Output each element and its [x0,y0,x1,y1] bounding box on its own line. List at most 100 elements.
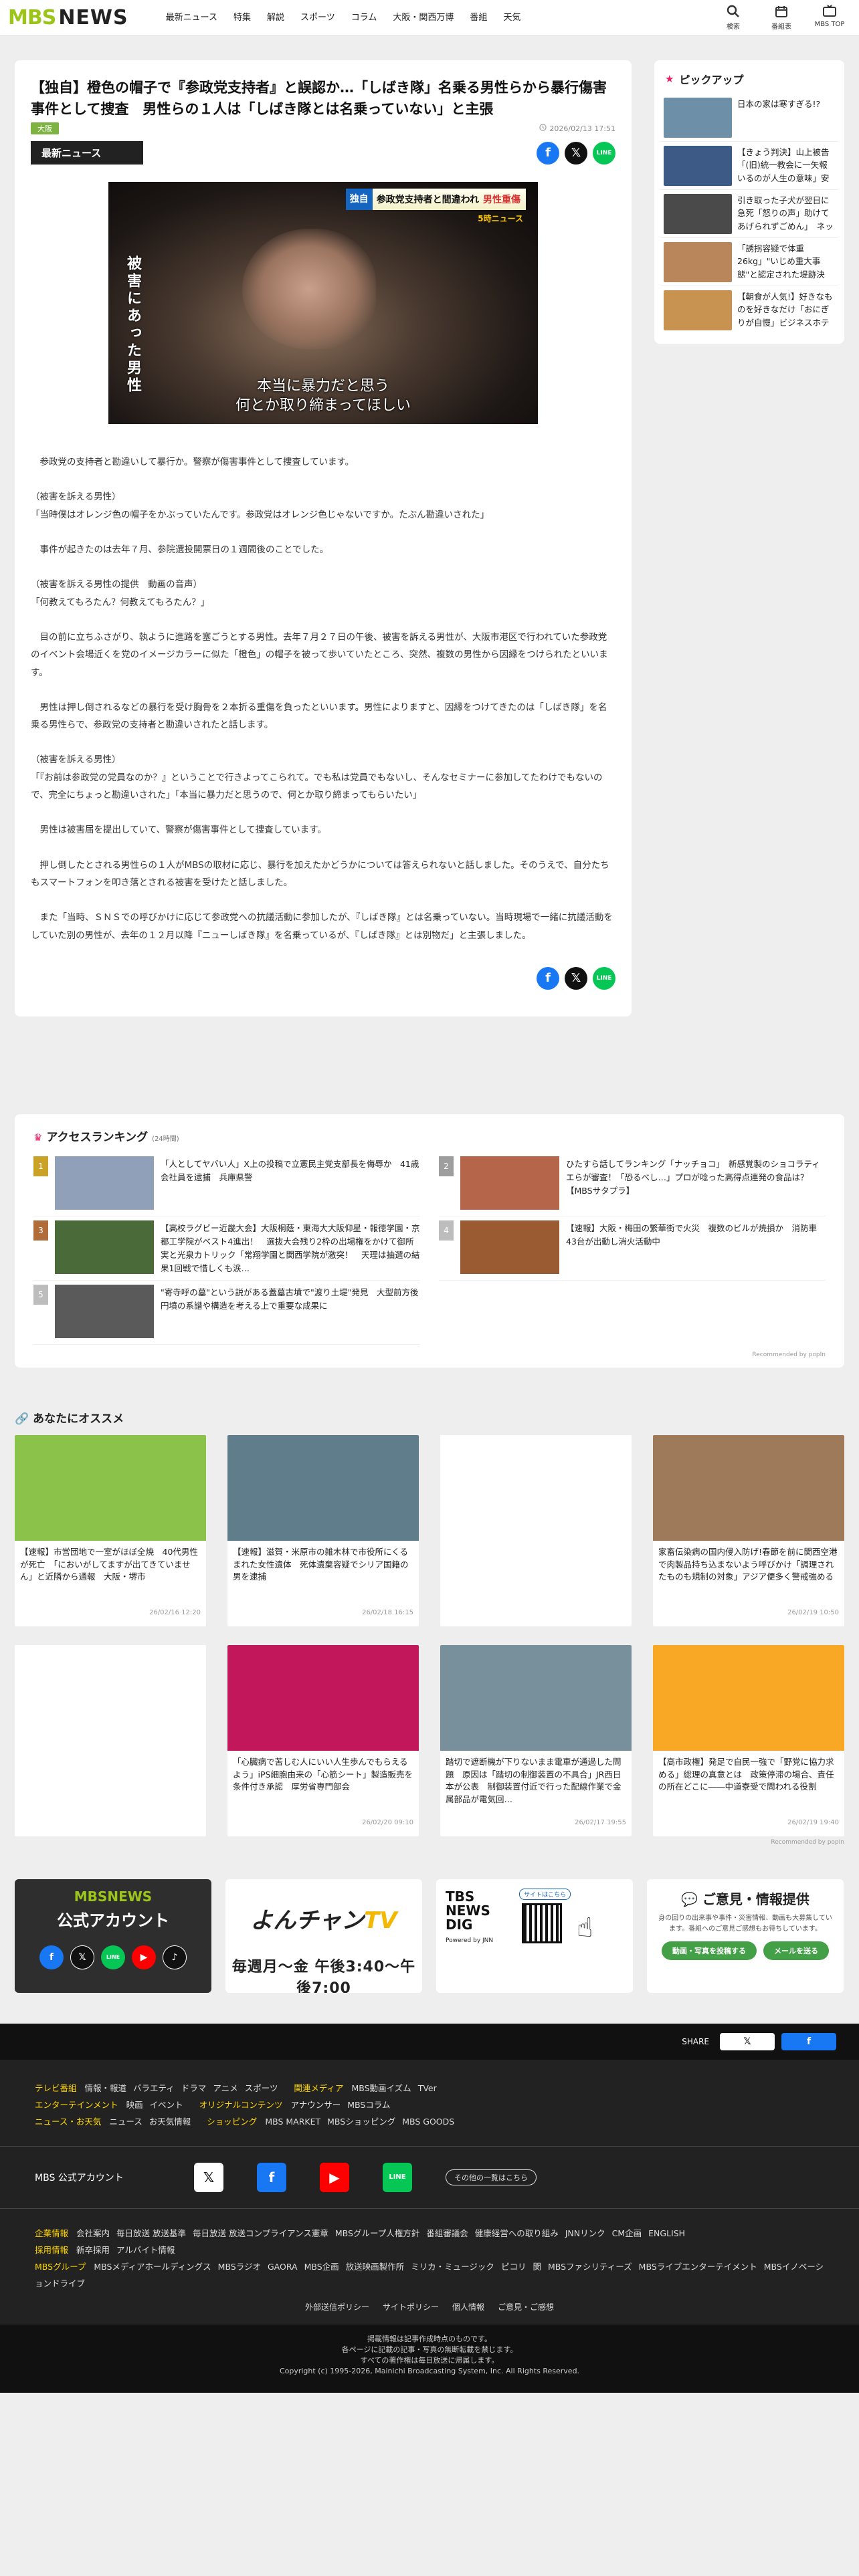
footer-company-link[interactable]: MBSメディアホールディングス [94,2262,211,2272]
footer-company-link[interactable]: 関 [533,2262,541,2272]
feedback-upload-button[interactable]: 動画・写真を投稿する [662,1941,757,1960]
footer-company-link[interactable]: MBSラジオ [218,2262,261,2272]
facebook-share-footer-button[interactable]: f [781,2032,836,2050]
footer-nav-head[interactable]: 関連メディア [294,2083,343,2093]
social-more-link[interactable]: その他の一覧はこちら [446,2169,537,2185]
footer-company-head[interactable]: 採用情報 [35,2245,68,2255]
footer-nav-link[interactable]: 映画 [126,2100,143,2110]
footer-nav-link[interactable]: スポーツ [245,2083,278,2093]
footer-company-link[interactable]: GAORA [268,2262,298,2272]
footer-company-link[interactable]: JNNリンク [565,2228,605,2238]
footer-nav-head[interactable]: テレビ番組 [35,2083,77,2093]
pickup-item[interactable]: 「誘拐容疑で体重26kg」"いじめ重大事態"と認定された堤跡決意…いじめと闘った… [661,238,838,286]
footer-nav-link[interactable]: TVer [418,2083,437,2093]
footer-nav-link[interactable]: お天気情報 [149,2117,191,2127]
facebook-share-button[interactable]: f [537,141,559,165]
pickup-item[interactable]: 【朝食が人気!】好きなものを好きなだけ「おにぎりが自慢」ビジネスホテルなのに「宿… [661,286,838,334]
recommend-card[interactable] [15,1644,206,1836]
search-button[interactable]: 検索 [716,4,751,31]
pickup-item[interactable]: 日本の家は寒すぎる!? [661,94,838,142]
recommend-card[interactable]: 家畜伝染病の国内侵入防げ!春節を前に関西空港で肉製品持ち込まないよう呼びかけ「調… [653,1434,844,1626]
nav-item[interactable]: 天気 [495,0,529,36]
footer-company-head[interactable]: 企業情報 [35,2228,68,2238]
footer-company-link[interactable]: MBSライブエンターテイメント [639,2262,757,2272]
line-share-button[interactable]: LINE [593,141,615,165]
footer-nav-link[interactable]: イベント [150,2100,183,2110]
footer-company-link[interactable]: 会社案内 [76,2228,110,2238]
x-share-footer-button[interactable]: 𝕏 [720,2032,775,2050]
recommend-card[interactable]: 【高市政権】発足で自民一強で「野党に協力求める」総理の真意とは 政策停滞の場合、… [653,1644,844,1836]
footer-company-link[interactable]: 健康経営への取り組み [475,2228,559,2238]
nav-item[interactable]: 解説 [259,0,292,36]
footer-nav-link[interactable]: ドラマ [181,2083,207,2093]
footer-company-link[interactable]: ENGLISH [648,2228,685,2238]
recommend-card[interactable]: 【速報】滋賀・米原市の雑木林で市役所にくるまれた女性遺体 死体遺棄容疑でシリア国… [227,1434,419,1626]
footer-company-link[interactable]: 毎日放送 放送コンプライアンス憲章 [193,2228,328,2238]
feedback-mail-button[interactable]: メールを送る [763,1941,829,1960]
category-label[interactable]: 最新ニュース [31,141,143,165]
tbs-news-dig-banner[interactable]: TBS NEWS DIG Powered by JNN サイトはこちら ☝ [436,1879,633,1993]
footer-company-link[interactable]: 新卒採用 [76,2245,110,2255]
recommend-card[interactable]: 踏切で遮断機が下りないまま電車が通過した問題 原因は「踏切の制御装置の不具合」J… [440,1644,632,1836]
yonchan-tv-banner[interactable]: よんチャンTV 毎週月～金 午後3:40〜午後7:00 [225,1879,422,1993]
footer-nav-head[interactable]: ニュース・お天気 [35,2117,101,2127]
footer-nav-link[interactable]: MBSショッピング [327,2117,395,2127]
youtube-footer-link[interactable]: ▶ [320,2162,349,2192]
footer-company-link[interactable]: 番組審議会 [426,2228,468,2238]
footer-nav-head[interactable]: オリジナルコンテンツ [199,2100,283,2110]
ranking-item[interactable]: 5 "寄寺呼の墓"という説がある蓋墓古墳で"渡り土堤"発見 大型前方後円墳の系譜や… [33,1281,420,1345]
footer-company-link[interactable]: 毎日放送 放送基準 [116,2228,186,2238]
ranking-item[interactable]: 3 【高校ラグビー近畿大会】大阪桐蔭・東海大大阪仰星・報徳学園・京都工学院がベスト… [33,1216,420,1281]
footer-nav-head[interactable]: ショッピング [207,2117,257,2127]
nav-item[interactable]: コラム [343,0,385,36]
popin-credit[interactable]: Recommended by popIn [33,1352,826,1358]
ranking-item[interactable]: 2 ひたすら話してランキング「ナッチョコ」 新感覚製のショコラティエらが審査！「恐… [439,1152,826,1216]
footer-policy-link[interactable]: 個人情報 [452,2302,484,2312]
nav-item[interactable]: 最新ニュース [158,0,225,36]
footer-nav-head[interactable]: エンターテインメント [35,2100,118,2110]
footer-company-link[interactable]: MBSファシリティーズ [548,2262,632,2272]
nav-item[interactable]: 特集 [225,0,259,36]
popin-credit-2[interactable]: Recommended by popIn [15,1839,844,1846]
mbs-top-button[interactable]: MBS TOP [812,4,847,31]
schedule-button[interactable]: 番組表 [764,4,799,31]
footer-company-link[interactable]: CM企画 [612,2228,642,2238]
feedback-banner[interactable]: 💬 ご意見・情報提供 身の回りの出来事や事件・災害情報、動画も大募集しています。… [647,1879,844,1993]
footer-nav-link[interactable]: ニュース [109,2117,142,2127]
line-footer-link[interactable]: LINE [383,2162,412,2192]
footer-policy-link[interactable]: ご意見・ご感想 [498,2302,554,2312]
footer-nav-link[interactable]: MBS MARKET [265,2117,320,2127]
site-logo[interactable]: MBS NEWS [8,0,128,36]
footer-nav-link[interactable]: 情報・報道 [85,2083,127,2093]
recommend-card[interactable]: 【速報】市営団地で一室がほぼ全焼 40代男性が死亡 「においがしてますが出てきて… [15,1434,206,1626]
x-footer-link[interactable]: 𝕏 [194,2162,223,2192]
footer-nav-link[interactable]: MBS GOODS [402,2117,454,2127]
footer-company-link[interactable]: アルバイト情報 [116,2245,175,2255]
facebook-share-button-bottom[interactable]: f [537,966,559,990]
footer-nav-link[interactable]: アナウンサー [290,2100,341,2110]
x-share-button-bottom[interactable]: 𝕏 [565,966,587,990]
facebook-footer-link[interactable]: f [257,2162,286,2192]
pickup-item[interactable]: 引き取った子犬が翌日に急死「怒りの声」助けてあげられずごめん」 ネット譲渡めぐり… [661,190,838,238]
footer-company-link[interactable]: MBSグループ人権方針 [335,2228,419,2238]
footer-policy-link[interactable]: サイトポリシー [383,2302,439,2312]
region-tag[interactable]: 大阪 [31,122,59,134]
footer-policy-link[interactable]: 外部送信ポリシー [305,2302,369,2312]
ranking-item[interactable]: 1 「人としてヤバい人」X上の投稿で立憲民主党支部長を侮辱か 41歳会社員を逮捕 … [33,1152,420,1216]
footer-nav-link[interactable]: MBS動画イズム [351,2083,411,2093]
footer-nav-link[interactable]: アニメ [213,2083,237,2093]
footer-nav-link[interactable]: MBSコラム [347,2100,390,2110]
footer-company-link[interactable]: ピコリ [501,2262,527,2272]
nav-item[interactable]: 番組 [462,0,495,36]
footer-company-link[interactable]: MBS企画 [304,2262,339,2272]
footer-company-head[interactable]: MBSグループ [35,2262,86,2272]
x-share-button[interactable]: 𝕏 [565,141,587,165]
line-share-button-bottom[interactable]: LINE [593,966,615,990]
nav-item[interactable]: 大阪・関西万博 [385,0,462,36]
footer-company-link[interactable]: 放送映画製作所 [346,2262,405,2272]
footer-company-link[interactable]: ミリカ・ミュージック [411,2262,494,2272]
ranking-item[interactable]: 4 【速報】大阪・梅田の繁華街で火災 複数のビルが焼損か 消防車43台が出動し消火… [439,1216,826,1281]
mbsnews-official-banner[interactable]: MBSNEWS 公式アカウント f 𝕏 LINE ▶ ♪ [15,1879,211,1993]
pickup-item[interactable]: 【きょう判決】山上被告「(旧)統一教会に一矢報いるのが人生の意味」安倍元総理銃撃… [661,142,838,190]
nav-item[interactable]: スポーツ [292,0,343,36]
